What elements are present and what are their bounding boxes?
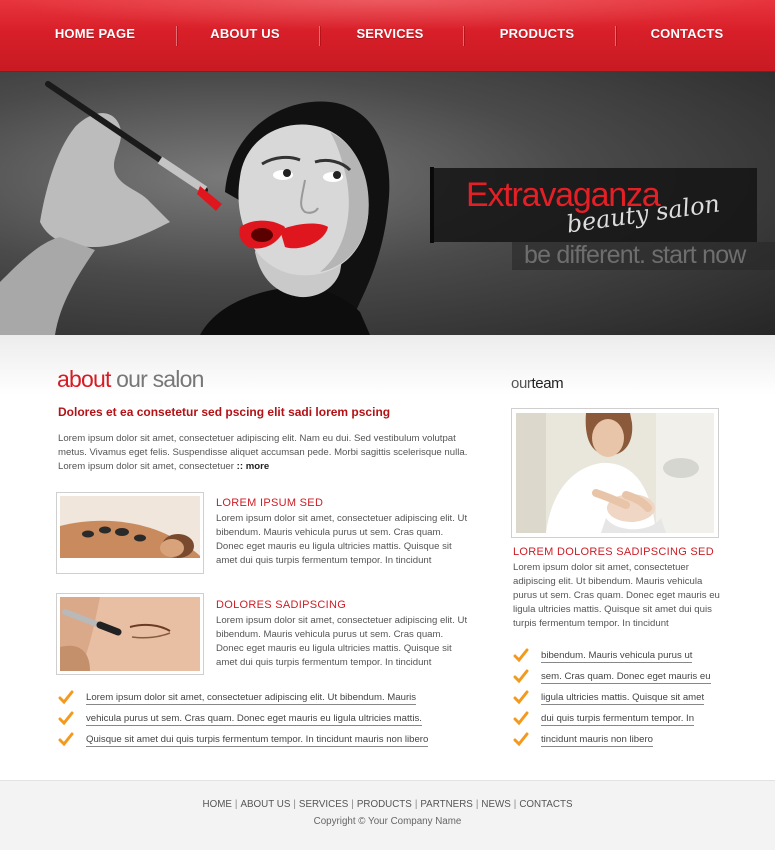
tagline: be different. start now: [524, 241, 746, 269]
list-item-link[interactable]: bibendum. Mauris vehicula purus ut: [541, 650, 693, 663]
footer-separator: |: [351, 799, 354, 810]
about-intro: Lorem ipsum dolor sit amet, consectetuer…: [58, 432, 478, 474]
about-lead: Dolores et ea consetetur sed pscing elit…: [58, 405, 391, 419]
more-link[interactable]: :: more: [237, 461, 270, 472]
checkmark-icon: [58, 711, 74, 726]
team-text: Lorem ipsum dolor sit amet, consectetuer…: [513, 562, 720, 629]
list-item[interactable]: vehicula purus ut sem. Cras quam. Donec …: [58, 711, 478, 734]
footer-link-contacts[interactable]: CONTACTS: [519, 799, 572, 810]
list-item-link[interactable]: vehicula purus ut sem. Cras quam. Donec …: [86, 713, 422, 726]
nav-contacts[interactable]: CONTACTS: [622, 26, 752, 46]
list-item[interactable]: Lorem ipsum dolor sit amet, consectetuer…: [58, 690, 478, 713]
facial-treatment-image: [516, 413, 714, 533]
checkmark-icon: [58, 690, 74, 705]
nav-separator: [463, 26, 464, 46]
massage-stones-image: [60, 496, 200, 570]
list-item-link[interactable]: ligula ultricies mattis. Quisque sit ame…: [541, 692, 705, 705]
team-heading: LOREM DOLORES SADIPSCING SED: [513, 546, 714, 558]
checkmark-icon: [513, 690, 529, 705]
list-item-link[interactable]: Lorem ipsum dolor sit amet, consectetuer…: [86, 692, 417, 705]
checkmark-icon: [513, 648, 529, 663]
about-title-accent: about: [57, 366, 111, 392]
copyright: Copyright © Your Company Name: [313, 816, 462, 827]
footer-link-products[interactable]: PRODUCTS: [357, 799, 412, 810]
about-title: about our salon: [57, 366, 204, 393]
list-item[interactable]: dui quis turpis fermentum tempor. In: [513, 711, 733, 734]
footer-separator: |: [293, 799, 296, 810]
team-title: ourteam: [511, 375, 564, 392]
nav-about-us[interactable]: ABOUT US: [180, 26, 310, 46]
nav-separator: [319, 26, 320, 46]
checkmark-icon: [58, 732, 74, 747]
list-item-link[interactable]: dui quis turpis fermentum tempor. In: [541, 713, 695, 726]
feature-thumbnail-makeup: [56, 593, 204, 675]
list-item-link[interactable]: Quisque sit amet dui quis turpis ferment…: [86, 734, 429, 747]
about-title-rest: our salon: [116, 366, 204, 392]
brand-divider: [430, 167, 434, 243]
top-navigation: HOME PAGE ABOUT US SERVICES PRODUCTS CON…: [0, 0, 775, 72]
list-item[interactable]: tincidunt mauris non libero: [513, 732, 733, 755]
footer-link-news[interactable]: NEWS: [481, 799, 510, 810]
list-item[interactable]: bibendum. Mauris vehicula purus ut: [513, 648, 733, 671]
footer-links: HOME | ABOUT US | SERVICES | PRODUCTS | PARTNERS…: [0, 799, 775, 810]
feature-thumbnail-massage: [56, 492, 204, 574]
list-item[interactable]: ligula ultricies mattis. Quisque sit ame…: [513, 690, 733, 713]
makeup-brush-image: [60, 597, 200, 671]
nav-home-page[interactable]: HOME PAGE: [30, 26, 160, 46]
team-title-light: our: [511, 375, 532, 392]
nav-separator: [615, 26, 616, 46]
nav-separator: [176, 26, 177, 46]
nav-services[interactable]: SERVICES: [325, 26, 455, 46]
list-item-link[interactable]: sem. Cras quam. Donec eget mauris eu: [541, 671, 711, 684]
feature-text-1: Lorem ipsum dolor sit amet, consectetuer…: [216, 513, 468, 566]
hero-banner: Extravaganza beauty salon be different. …: [0, 72, 775, 335]
feature-text-2: Lorem ipsum dolor sit amet, consectetuer…: [216, 615, 468, 668]
footer-link-home[interactable]: HOME: [203, 799, 232, 810]
team-photo: [511, 408, 719, 538]
footer-link-partners[interactable]: PARTNERS: [420, 799, 472, 810]
checkmark-icon: [513, 711, 529, 726]
about-link-list: Lorem ipsum dolor sit amet, consectetuer…: [58, 690, 478, 755]
feature-title-1: LOREM IPSUM SED: [216, 497, 324, 509]
team-title-dark: team: [531, 375, 564, 392]
list-item-link[interactable]: tincidunt mauris non libero: [541, 734, 653, 747]
footer: HOME | ABOUT US | SERVICES | PRODUCTS | PARTNERS…: [0, 780, 775, 850]
team-link-list: bibendum. Mauris vehicula purus ut sem. …: [513, 648, 733, 755]
feature-title-2: DOLORES SADIPSCING: [216, 599, 347, 611]
nav-products[interactable]: PRODUCTS: [470, 26, 604, 46]
list-item[interactable]: sem. Cras quam. Donec eget mauris eu: [513, 669, 733, 692]
footer-link-services[interactable]: SERVICES: [299, 799, 348, 810]
checkmark-icon: [513, 732, 529, 747]
footer-link-about-us[interactable]: ABOUT US: [240, 799, 290, 810]
checkmark-icon: [513, 669, 529, 684]
list-item[interactable]: Quisque sit amet dui quis turpis ferment…: [58, 732, 478, 755]
